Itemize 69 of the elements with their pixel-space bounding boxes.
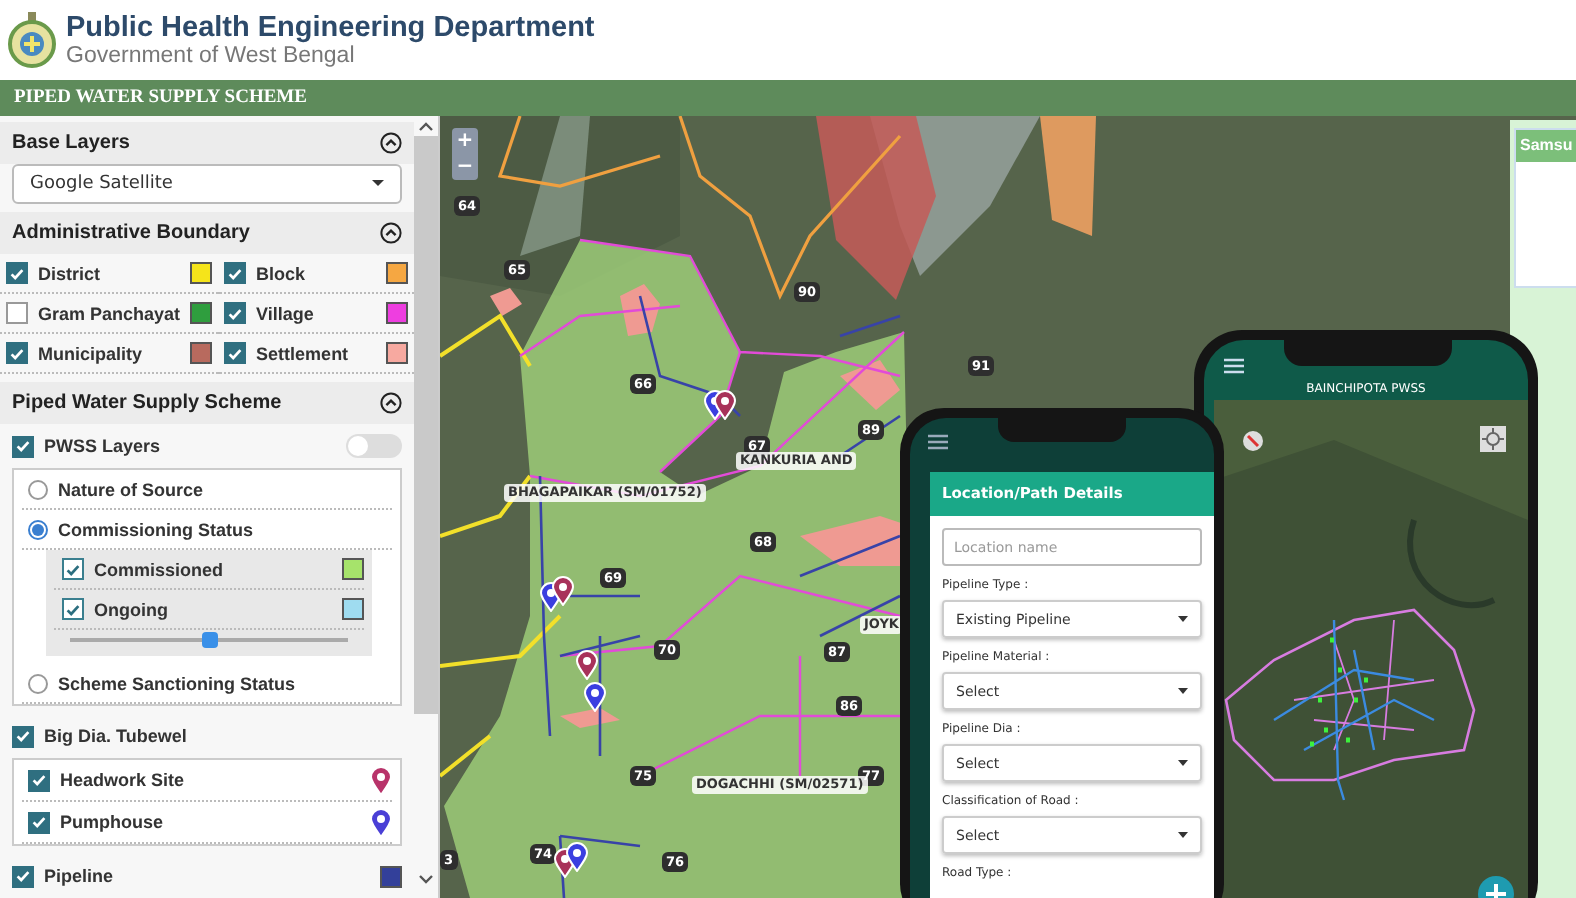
section-title: Administrative Boundary [12,222,250,244]
toggle-switch[interactable] [346,434,402,458]
card-title: Samsu [1520,134,1573,158]
collapse-icon[interactable] [380,132,402,154]
checkbox[interactable] [28,769,50,791]
checkbox[interactable] [6,262,28,284]
caret-icon [1178,832,1188,838]
section-header-bar[interactable]: Administrative Boundary [0,212,414,254]
layer-label: Block [256,263,308,283]
section-title: Piped Water Supply Scheme [12,392,282,414]
checkbox[interactable] [6,302,28,324]
layer-label: Village [256,303,316,323]
opacity-slider[interactable] [70,630,348,650]
status-label: Ongoing [94,599,170,619]
layer-label: District [38,263,103,283]
caret-icon [1178,760,1188,766]
layer-label: Gram Panchayat [38,303,181,323]
department-title: Public Health Engineering Department [66,11,595,43]
checkbox[interactable] [28,811,50,833]
caret-icon [1178,616,1188,622]
base-layer-dropdown[interactable]: Google Satellite [12,164,402,204]
checkbox[interactable] [62,598,84,620]
radio-button[interactable] [28,519,48,539]
map-pin-icon [584,682,606,712]
collapse-icon[interactable] [380,222,402,244]
scroll-up-icon[interactable] [418,120,434,132]
caret-icon [1178,688,1188,694]
checkbox[interactable] [12,725,34,747]
checkbox[interactable] [224,302,247,324]
scrollbar-thumb[interactable] [414,136,438,714]
layer-label: Pipeline [44,866,116,886]
layer-label: PWSS Layers [44,436,163,456]
scroll-down-icon[interactable] [418,874,434,886]
phone-notch [998,418,1126,442]
checkbox[interactable] [62,558,84,580]
radio-button[interactable] [28,673,48,693]
layer-label: Municipality [38,343,145,363]
layer-label: Pumphouse [60,812,166,832]
map-pin-icon [566,842,588,872]
checkbox[interactable] [12,435,34,457]
map-pin-icon [370,765,392,795]
checkbox[interactable] [224,342,247,364]
map-pin-icon [552,576,574,606]
radio-button[interactable] [28,479,48,499]
section-title: Base Layers [12,132,130,154]
option-label: Nature of Source [58,479,204,499]
layer-label: Settlement [256,343,351,363]
menu-icon[interactable] [928,434,948,450]
section-header-bar[interactable]: Base Layers [0,122,414,164]
caret-icon [372,180,384,188]
section-header-bar[interactable]: Piped Water Supply Scheme [0,382,414,424]
checkbox[interactable] [12,865,34,887]
layer-label: Big Dia. Tubewel [44,726,189,746]
map-pin-icon [714,390,736,420]
locate-icon[interactable] [1480,426,1506,452]
government-subtitle: Government of West Bengal [66,43,355,69]
option-label: Scheme Sanctioning Status [58,673,296,693]
checkbox[interactable] [6,342,28,364]
map-pin-icon [576,650,598,680]
menu-icon[interactable] [1224,358,1244,374]
layer-label: Headwork Site [60,770,187,790]
scheme-banner-title: PIPED WATER SUPPLY SCHEME [14,86,307,112]
compass-icon[interactable] [1242,430,1264,452]
checkbox[interactable] [224,262,247,284]
option-label: Commissioning Status [58,519,254,539]
map-pin-icon [370,807,392,837]
emblem-logo-icon [8,12,56,68]
collapse-icon[interactable] [380,392,402,414]
status-label: Commissioned [94,559,226,579]
